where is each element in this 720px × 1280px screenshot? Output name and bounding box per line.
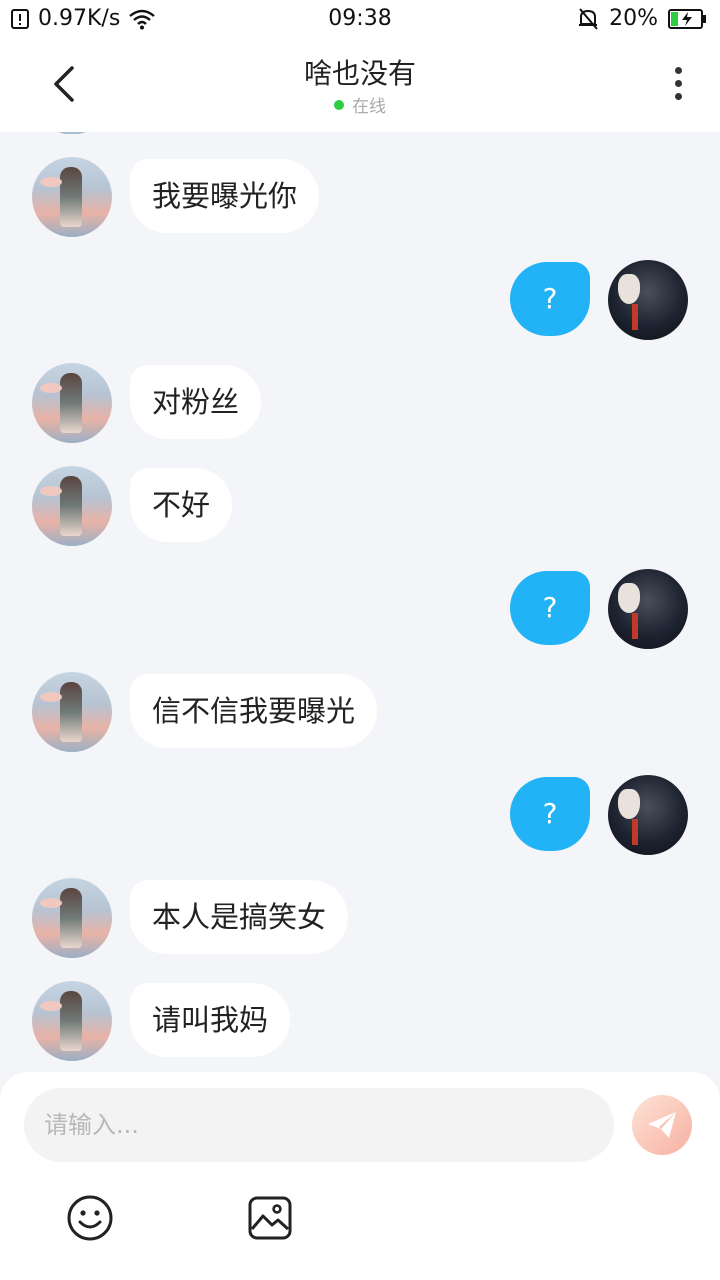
- avatar[interactable]: [32, 672, 112, 752]
- message-bubble[interactable]: 本人是搞笑女: [130, 880, 349, 954]
- paper-plane-icon: [648, 1112, 676, 1138]
- avatar[interactable]: [608, 569, 688, 649]
- more-vertical-icon: [674, 67, 682, 74]
- image-button[interactable]: [246, 1194, 294, 1242]
- avatar[interactable]: [608, 260, 688, 340]
- send-button[interactable]: [632, 1095, 692, 1155]
- emoji-button[interactable]: [66, 1194, 114, 1242]
- status-bar: 0.97K/s 09:38 20%: [0, 0, 720, 40]
- online-status-text: 在线: [352, 97, 386, 117]
- message-bubble[interactable]: ?: [510, 571, 590, 645]
- avatar: [52, 132, 92, 134]
- battery-charging-icon: [668, 8, 706, 29]
- chat-header: 啥也没有 在线: [0, 40, 720, 132]
- smiley-icon: [67, 1195, 113, 1241]
- contact-name: 啥也没有: [303, 57, 416, 90]
- avatar[interactable]: [32, 466, 112, 546]
- avatar[interactable]: [32, 363, 112, 443]
- message-bubble[interactable]: ?: [510, 262, 590, 336]
- battery-percent: 20%: [609, 6, 658, 31]
- message-incoming: 对粉丝: [0, 363, 720, 443]
- more-button[interactable]: [666, 64, 690, 108]
- message-outgoing: ?: [0, 775, 720, 855]
- message-bubble[interactable]: 不好: [130, 468, 233, 542]
- online-status: 在线: [0, 92, 720, 117]
- avatar[interactable]: [608, 775, 688, 855]
- avatar[interactable]: [32, 157, 112, 237]
- composer: [0, 1072, 720, 1280]
- online-dot-icon: [334, 99, 344, 110]
- image-icon: [248, 1196, 292, 1240]
- message-incoming: 请叫我妈: [0, 981, 720, 1061]
- message-incoming: 信不信我要曝光: [0, 672, 720, 752]
- message-bubble[interactable]: ?: [510, 777, 590, 851]
- chat-messages[interactable]: 我要曝光你 ? 对粉丝 不好 ? 信不信我要曝光 ? 本人是搞笑女 请叫我妈: [0, 132, 720, 1072]
- message-incoming: 本人是搞笑女: [0, 878, 720, 958]
- message-bubble[interactable]: 对粉丝: [130, 365, 262, 439]
- message-bubble[interactable]: 请叫我妈: [130, 983, 291, 1057]
- message-incoming: 我要曝光你: [0, 157, 720, 237]
- message-incoming: 不好: [0, 466, 720, 546]
- message-bubble[interactable]: 我要曝光你: [130, 159, 320, 233]
- avatar[interactable]: [32, 878, 112, 958]
- message-input[interactable]: [24, 1088, 614, 1162]
- message-bubble[interactable]: 信不信我要曝光: [130, 674, 378, 748]
- mute-bell-icon: [579, 7, 598, 30]
- status-right: 20%: [577, 6, 708, 31]
- message-outgoing: ?: [0, 569, 720, 649]
- avatar[interactable]: [32, 981, 112, 1061]
- message-outgoing: ?: [0, 260, 720, 340]
